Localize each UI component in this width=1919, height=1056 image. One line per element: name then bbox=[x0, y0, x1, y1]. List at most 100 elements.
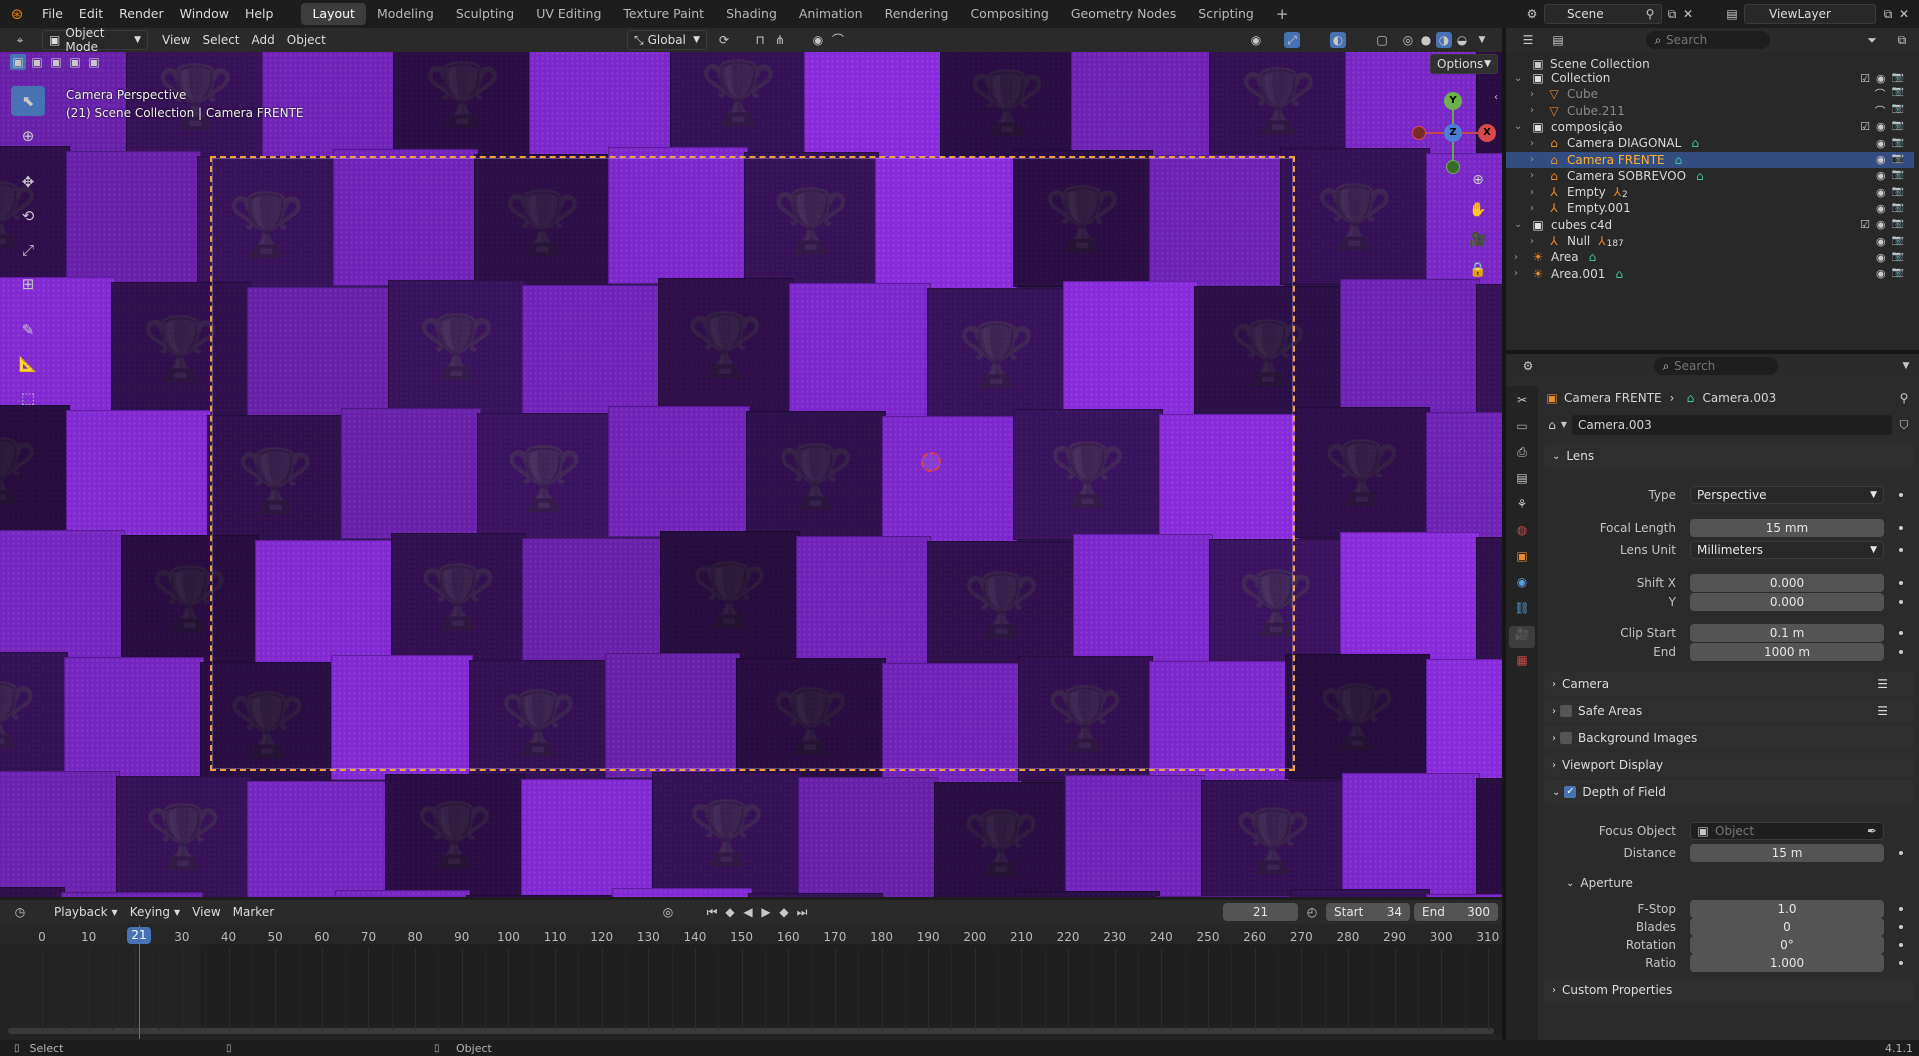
auto-keying-icon[interactable]: ◎ bbox=[660, 904, 676, 920]
scale-tool-icon[interactable]: ⤢ bbox=[13, 236, 43, 264]
menu-help[interactable]: Help bbox=[237, 0, 282, 28]
view-layer-tab-icon[interactable]: ▤ bbox=[1514, 470, 1530, 492]
gizmo-y-axis[interactable]: Y bbox=[1444, 92, 1462, 110]
keyframe-dot[interactable] bbox=[1899, 907, 1903, 911]
breadcrumb-data[interactable]: Camera.003 bbox=[1702, 391, 1776, 405]
annotate-tool-icon[interactable]: ✎ bbox=[13, 316, 43, 344]
select-intersect-icon[interactable]: ▣ bbox=[86, 54, 102, 70]
delete-scene-icon[interactable]: ✕ bbox=[1680, 6, 1696, 22]
new-scene-icon[interactable]: ⧉ bbox=[1664, 6, 1680, 22]
render-camera-icon[interactable]: 📷 bbox=[1892, 202, 1904, 215]
clip-end-field[interactable]: 1000 m bbox=[1690, 643, 1884, 661]
menu-keying[interactable]: Keying ▼ bbox=[124, 902, 186, 922]
keyframe-dot[interactable] bbox=[1899, 631, 1903, 635]
menu-timeline-view[interactable]: View bbox=[186, 902, 226, 922]
render-camera-icon[interactable]: 📷 bbox=[1892, 103, 1904, 119]
add-cube-tool-icon[interactable]: ⬚ bbox=[13, 384, 43, 412]
render-camera-icon[interactable]: 📷 bbox=[1892, 186, 1904, 199]
tab-layout[interactable]: Layout bbox=[301, 3, 366, 25]
falloff-icon[interactable]: ⌒ bbox=[830, 32, 846, 48]
clip-start-field[interactable]: 0.1 m bbox=[1690, 624, 1884, 642]
material-shading-icon[interactable]: ◑ bbox=[1436, 32, 1452, 48]
wireframe-shading-icon[interactable]: ◎ bbox=[1400, 32, 1416, 48]
lens-unit-dropdown[interactable]: Millimeters ▼ bbox=[1690, 541, 1884, 559]
constraints-tab-icon[interactable]: ⛓ bbox=[1514, 600, 1530, 622]
prev-keyframe-icon[interactable]: ◆ bbox=[722, 904, 738, 920]
rotate-tool-icon[interactable]: ⟲ bbox=[13, 202, 43, 230]
eyedropper-icon[interactable]: ✒ bbox=[1867, 823, 1877, 839]
visibility-eye-icon[interactable]: ◉ bbox=[1876, 153, 1886, 166]
new-view-layer-icon[interactable]: ⧉ bbox=[1880, 6, 1896, 22]
play-icon[interactable]: ▶ bbox=[758, 904, 774, 920]
menu-select[interactable]: Select bbox=[196, 30, 245, 50]
background-images-panel-header[interactable]: › Background Images bbox=[1544, 726, 1914, 750]
gizmo-neg-x[interactable] bbox=[1412, 126, 1426, 140]
select-invert-icon[interactable]: ▣ bbox=[67, 54, 83, 70]
menu-window[interactable]: Window bbox=[172, 0, 237, 28]
timeline-editor-icon[interactable]: ◷ bbox=[12, 904, 28, 920]
chevron-right-icon[interactable]: › bbox=[1530, 203, 1542, 214]
keyframe-dot[interactable] bbox=[1899, 851, 1903, 855]
render-camera-icon[interactable]: 📷 bbox=[1892, 137, 1904, 150]
select-extend-icon[interactable]: ▣ bbox=[29, 54, 45, 70]
visibility-eye-icon[interactable]: ⌒ bbox=[1875, 103, 1886, 119]
chevron-right-icon[interactable]: › bbox=[1514, 252, 1526, 263]
lens-type-dropdown[interactable]: Perspective ▼ bbox=[1690, 486, 1884, 504]
object-tab-icon[interactable]: ▣ bbox=[1514, 548, 1530, 570]
menu-add[interactable]: Add bbox=[246, 30, 281, 50]
outliner-row[interactable]: › ⌂ Camera DIAGONAL ⌂ ◉ 📷 bbox=[1506, 135, 1914, 151]
keyframe-dot[interactable] bbox=[1899, 548, 1903, 552]
render-camera-icon[interactable]: 📷 bbox=[1892, 72, 1904, 85]
tab-modeling[interactable]: Modeling bbox=[366, 3, 445, 25]
outliner-row[interactable]: › ▽ Cube ⌒ 📷 bbox=[1506, 86, 1914, 102]
pin-icon[interactable]: ⚲ bbox=[1642, 6, 1658, 22]
tab-rendering[interactable]: Rendering bbox=[874, 3, 960, 25]
measure-tool-icon[interactable]: 📐 bbox=[13, 350, 43, 378]
safe-areas-panel-header[interactable]: › Safe Areas ☰ bbox=[1544, 699, 1914, 723]
tab-texture-paint[interactable]: Texture Paint bbox=[612, 3, 715, 25]
ratio-field[interactable]: 1.000 bbox=[1690, 954, 1884, 972]
xray-toggle-icon[interactable]: ▢ bbox=[1374, 32, 1390, 48]
menu-view[interactable]: View bbox=[156, 30, 196, 50]
chevron-right-icon[interactable]: › bbox=[1530, 138, 1542, 149]
transform-orientation-dropdown[interactable]: ⤡ Global ▼ bbox=[627, 30, 707, 50]
render-camera-icon[interactable]: 📷 bbox=[1892, 120, 1904, 133]
solid-shading-icon[interactable]: ● bbox=[1418, 32, 1434, 48]
visibility-eye-icon[interactable]: ⌒ bbox=[1875, 86, 1886, 102]
outliner-search-input[interactable] bbox=[1666, 33, 1762, 47]
outliner-row[interactable]: › ⌂ Camera FRENTE ⌂ ◉ 📷 bbox=[1506, 151, 1914, 168]
camera-datablock-icon[interactable]: ⌂ bbox=[1544, 417, 1560, 433]
blender-logo-icon[interactable]: ⊛ bbox=[0, 5, 34, 23]
current-frame-field[interactable]: 21 bbox=[1223, 903, 1298, 921]
outliner-row[interactable]: › ☀ Area ⌂ ◉ 📷 bbox=[1506, 249, 1914, 265]
keyframe-dot[interactable] bbox=[1899, 650, 1903, 654]
render-camera-icon[interactable]: 📷 bbox=[1892, 251, 1904, 264]
visibility-eye-icon[interactable]: ◉ bbox=[1876, 218, 1886, 231]
view-layer-icon[interactable]: ▤ bbox=[1724, 6, 1740, 22]
visibility-eye-icon[interactable]: ◉ bbox=[1876, 120, 1886, 133]
gizmo-z-axis[interactable]: Z bbox=[1444, 124, 1462, 142]
keyframe-dot[interactable] bbox=[1899, 493, 1903, 497]
display-mode-icon[interactable]: ▤ bbox=[1550, 32, 1566, 48]
snap-icon[interactable]: ⊓ bbox=[752, 32, 768, 48]
pivot-point-icon[interactable]: ⟳ bbox=[716, 32, 732, 48]
mode-dropdown[interactable]: ▣ Object Mode ▼ bbox=[42, 26, 148, 54]
tool-tab-icon[interactable]: ✂ bbox=[1514, 392, 1530, 414]
tab-scripting[interactable]: Scripting bbox=[1187, 3, 1265, 25]
end-frame-field[interactable]: End 300 bbox=[1414, 903, 1498, 921]
visibility-eye-icon[interactable]: ◉ bbox=[1876, 267, 1886, 280]
move-tool-icon[interactable]: ✥ bbox=[13, 168, 43, 196]
list-icon[interactable]: ☰ bbox=[1877, 704, 1888, 718]
3d-cursor-icon[interactable] bbox=[921, 452, 941, 472]
properties-search-input[interactable] bbox=[1674, 359, 1770, 373]
chevron-down-icon[interactable]: ⌄ bbox=[1514, 219, 1526, 230]
jump-end-icon[interactable]: ⏭ bbox=[794, 904, 810, 920]
children-icon[interactable]: ⅄ bbox=[1614, 185, 1621, 199]
render-camera-icon[interactable]: 📷 bbox=[1892, 169, 1904, 182]
overlays-toggle-icon[interactable]: ◐ bbox=[1330, 32, 1346, 48]
visibility-eye-icon[interactable]: ◉ bbox=[1876, 235, 1886, 248]
render-camera-icon[interactable]: 📷 bbox=[1892, 153, 1904, 166]
select-subtract-icon[interactable]: ▣ bbox=[48, 54, 64, 70]
gizmo-neg-y[interactable] bbox=[1446, 160, 1460, 174]
visibility-icon[interactable]: ◉ bbox=[1248, 32, 1264, 48]
